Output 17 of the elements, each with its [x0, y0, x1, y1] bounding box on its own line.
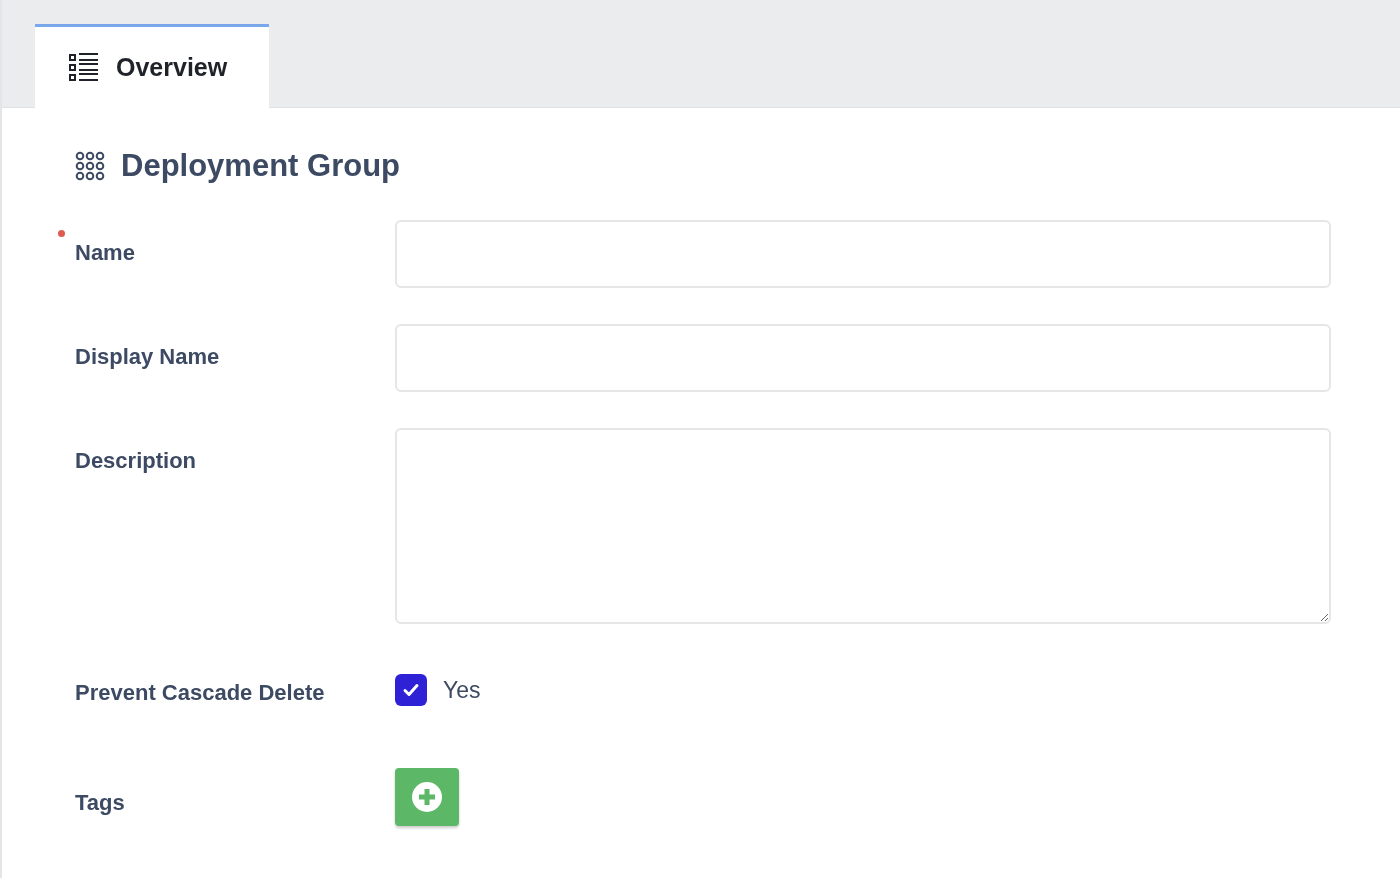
grid-icon [75, 151, 105, 181]
textarea-field[interactable] [395, 428, 1331, 624]
text-input-field[interactable] [395, 324, 1331, 392]
field-label: Tags [75, 790, 125, 815]
field-label: Name [75, 240, 135, 265]
plus-circle-icon [411, 781, 443, 813]
field-label: Description [75, 448, 197, 473]
checkbox[interactable] [395, 674, 427, 706]
section-title: Deployment Group [121, 148, 400, 184]
field-label: Display Name [75, 344, 220, 369]
field-label: Prevent Cascade Delete [75, 680, 325, 705]
add-tag-button[interactable] [395, 768, 459, 826]
check-icon [402, 681, 420, 699]
text-input-field[interactable] [395, 220, 1331, 288]
list-icon [68, 51, 100, 84]
checkbox-label: Yes [443, 676, 481, 704]
tab[interactable]: Overview [35, 24, 269, 108]
